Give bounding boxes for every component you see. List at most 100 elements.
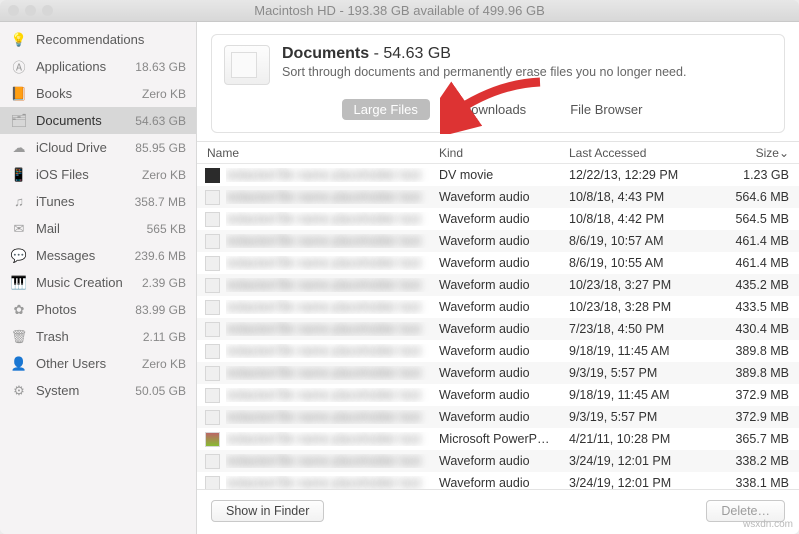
file-size: 461.4 MB (709, 256, 789, 270)
file-kind: Waveform audio (439, 234, 569, 248)
file-icon (205, 278, 220, 293)
file-icon (205, 212, 220, 227)
sidebar-item-size: 18.63 GB (135, 60, 186, 74)
table-header: Name Kind Last Accessed Size⌄ (197, 142, 799, 164)
table-row[interactable]: redacted file name placeholder textWavef… (197, 318, 799, 340)
file-kind: Waveform audio (439, 300, 569, 314)
table-row[interactable]: redacted file name placeholder textWavef… (197, 362, 799, 384)
table-row[interactable]: redacted file name placeholder textWavef… (197, 472, 799, 489)
minimize-icon[interactable] (25, 5, 36, 16)
col-kind[interactable]: Kind (439, 146, 569, 160)
file-accessed: 9/3/19, 5:57 PM (569, 366, 709, 380)
sidebar-item-trash[interactable]: 🗑Trash2.11 GB (0, 323, 196, 350)
file-size: 564.6 MB (709, 190, 789, 204)
sidebar-item-label: Music Creation (36, 275, 134, 290)
file-size: 372.9 MB (709, 410, 789, 424)
file-kind: Waveform audio (439, 212, 569, 226)
tab-large-files[interactable]: Large Files (342, 99, 430, 120)
file-name: redacted file name placeholder text (226, 190, 439, 204)
sidebar-item-music-creation[interactable]: 🎹Music Creation2.39 GB (0, 269, 196, 296)
file-icon (205, 168, 220, 183)
table-row[interactable]: redacted file name placeholder textDV mo… (197, 164, 799, 186)
file-icon (205, 234, 220, 249)
file-icon (205, 190, 220, 205)
category-title: Documents - 54.63 GB (282, 45, 686, 63)
table-row[interactable]: redacted file name placeholder textWavef… (197, 340, 799, 362)
sidebar-item-label: Applications (36, 59, 127, 74)
col-name[interactable]: Name (197, 146, 439, 160)
file-size: 461.4 MB (709, 234, 789, 248)
file-size: 338.2 MB (709, 454, 789, 468)
tab-file-browser[interactable]: File Browser (558, 99, 654, 120)
zoom-icon[interactable] (42, 5, 53, 16)
file-accessed: 10/23/18, 3:27 PM (569, 278, 709, 292)
sidebar-item-size: Zero KB (142, 168, 186, 182)
file-kind: Waveform audio (439, 476, 569, 489)
table-row[interactable]: redacted file name placeholder textWavef… (197, 186, 799, 208)
table-row[interactable]: redacted file name placeholder textWavef… (197, 252, 799, 274)
table-row[interactable]: redacted file name placeholder textWavef… (197, 230, 799, 252)
sidebar-item-label: Other Users (36, 356, 134, 371)
show-in-finder-button[interactable]: Show in Finder (211, 500, 324, 522)
file-icon (205, 366, 220, 381)
sidebar: 💡 Recommendations Ⓐ Applications 18.63 GB 📙Bo… (0, 22, 197, 534)
sidebar-item-photos[interactable]: ✿ Photos 83.99 GB (0, 296, 196, 323)
close-icon[interactable] (8, 5, 19, 16)
sidebar-item-label: Photos (36, 302, 127, 317)
window-title: Macintosh HD - 193.38 GB available of 49… (254, 3, 545, 18)
file-kind: Microsoft PowerP… (439, 432, 569, 446)
sidebar-item-label: iOS Files (36, 167, 134, 182)
file-accessed: 7/23/18, 4:50 PM (569, 322, 709, 336)
sidebar-item-ios-files[interactable]: 📱iOS FilesZero KB (0, 161, 196, 188)
sidebar-item-label: Mail (36, 221, 139, 236)
file-size: 338.1 MB (709, 476, 789, 489)
sidebar-item-mail[interactable]: ✉Mail565 KB (0, 215, 196, 242)
file-accessed: 10/8/18, 4:43 PM (569, 190, 709, 204)
file-kind: Waveform audio (439, 322, 569, 336)
sidebar-item-icloud-drive[interactable]: ☁iCloud Drive85.95 GB (0, 134, 196, 161)
file-name: redacted file name placeholder text (226, 432, 439, 446)
sidebar-item-label: Recommendations (36, 32, 178, 47)
sidebar-item-size: 83.99 GB (135, 303, 186, 317)
table-row[interactable]: redacted file name placeholder textWavef… (197, 450, 799, 472)
sidebar-item-books[interactable]: 📙BooksZero KB (0, 80, 196, 107)
sidebar-item-label: Documents (36, 113, 127, 128)
file-kind: Waveform audio (439, 278, 569, 292)
documents-icon: 🗂 (10, 112, 28, 130)
table-row[interactable]: redacted file name placeholder textWavef… (197, 208, 799, 230)
sidebar-item-other-users[interactable]: 👤Other UsersZero KB (0, 350, 196, 377)
table-row[interactable]: redacted file name placeholder textWavef… (197, 274, 799, 296)
file-kind: Waveform audio (439, 388, 569, 402)
sidebar-item-applications[interactable]: Ⓐ Applications 18.63 GB (0, 53, 196, 80)
lightbulb-icon: 💡 (10, 31, 28, 49)
table-row[interactable]: redacted file name placeholder textMicro… (197, 428, 799, 450)
file-size: 430.4 MB (709, 322, 789, 336)
file-accessed: 9/18/19, 11:45 AM (569, 388, 709, 402)
sidebar-item-size: 358.7 MB (135, 195, 186, 209)
file-kind: Waveform audio (439, 454, 569, 468)
sidebar-item-itunes[interactable]: ♫iTunes358.7 MB (0, 188, 196, 215)
col-size[interactable]: Size⌄ (709, 146, 789, 160)
books-icon: 📙 (10, 85, 28, 103)
table-row[interactable]: redacted file name placeholder textWavef… (197, 296, 799, 318)
table-row[interactable]: redacted file name placeholder textWavef… (197, 406, 799, 428)
tab-downloads[interactable]: Downloads (450, 99, 538, 120)
col-accessed[interactable]: Last Accessed (569, 146, 709, 160)
table-body[interactable]: redacted file name placeholder textDV mo… (197, 164, 799, 489)
file-name: redacted file name placeholder text (226, 168, 439, 182)
sidebar-item-system[interactable]: ⚙System50.05 GB (0, 377, 196, 404)
file-icon (205, 256, 220, 271)
apps-icon: Ⓐ (10, 58, 28, 76)
table-row[interactable]: redacted file name placeholder textWavef… (197, 384, 799, 406)
photos-icon: ✿ (10, 301, 28, 319)
sidebar-item-size: Zero KB (142, 87, 186, 101)
sidebar-item-recommendations[interactable]: 💡 Recommendations (0, 26, 196, 53)
file-name: redacted file name placeholder text (226, 322, 439, 336)
category-header: Documents - 54.63 GB Sort through docume… (211, 34, 785, 133)
sidebar-item-label: iTunes (36, 194, 127, 209)
sidebar-item-messages[interactable]: 💬Messages239.6 MB (0, 242, 196, 269)
file-size: 435.2 MB (709, 278, 789, 292)
sidebar-item-documents[interactable]: 🗂Documents54.63 GB (0, 107, 196, 134)
file-icon (205, 388, 220, 403)
category-subtitle: Sort through documents and permanently e… (282, 65, 686, 79)
